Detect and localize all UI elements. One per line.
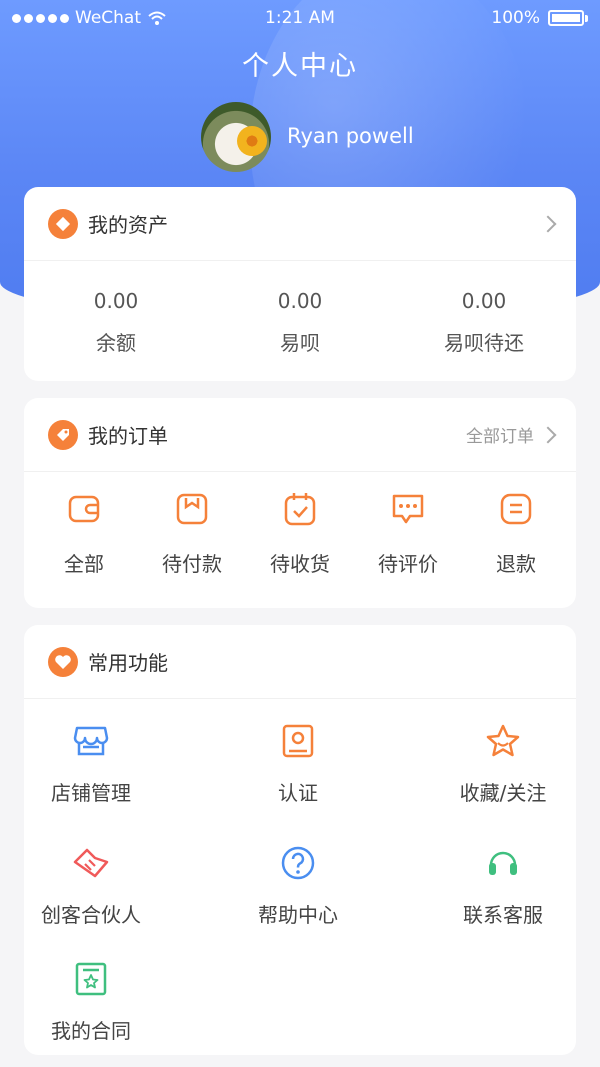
avatar[interactable] (201, 102, 271, 172)
func-label: 店铺管理 (51, 781, 131, 805)
order-pending-payment[interactable]: 待付款 (156, 490, 228, 577)
order-pending-review[interactable]: 待评价 (372, 490, 444, 577)
order-refund[interactable]: 退款 (480, 490, 552, 577)
assets-list: 0.00 余额 0.00 易呗 0.00 易呗待还 (24, 261, 576, 356)
func-customer-service[interactable]: 联系客服 (428, 843, 578, 928)
star-icon (428, 721, 578, 761)
orders-header: 我的订单 全部订单 (24, 398, 576, 472)
help-icon (223, 843, 373, 883)
battery-icon (548, 10, 584, 26)
headset-icon (428, 843, 578, 883)
asset-yibei[interactable]: 0.00 易呗 (208, 289, 392, 356)
func-label: 创客合伙人 (41, 903, 141, 927)
battery-percent: 100% (491, 8, 540, 28)
all-orders-link[interactable]: 全部订单 (466, 422, 557, 447)
func-label: 我的合同 (51, 1019, 131, 1043)
id-card-icon (223, 721, 373, 761)
func-label: 收藏/关注 (459, 781, 547, 805)
assets-header[interactable]: 我的资产 (24, 187, 576, 261)
chevron-right-icon (539, 215, 557, 232)
asset-yibei-due[interactable]: 0.00 易呗待还 (392, 289, 576, 356)
func-label: 帮助中心 (258, 903, 338, 927)
calendar-check-icon (264, 490, 336, 528)
order-label: 退款 (496, 552, 536, 576)
avatar-flower (237, 126, 267, 156)
battery-tip (585, 14, 588, 22)
chevron-right-icon (539, 426, 557, 443)
asset-value: 0.00 (277, 289, 323, 313)
handshake-icon (16, 843, 166, 883)
assets-card: 我的资产 0.00 余额 0.00 易呗 0.00 易呗待还 (24, 187, 576, 381)
asset-label: 余额 (96, 331, 136, 355)
order-all[interactable]: 全部 (48, 490, 120, 577)
comment-icon (372, 490, 444, 528)
asset-value: 0.00 (93, 289, 139, 313)
asset-label: 易呗待还 (444, 331, 524, 355)
func-help-center[interactable]: 帮助中心 (223, 843, 373, 928)
assets-more[interactable] (534, 215, 557, 232)
order-label: 待评价 (378, 552, 438, 576)
asset-balance[interactable]: 0.00 余额 (24, 289, 208, 356)
func-store-management[interactable]: 店铺管理 (16, 721, 166, 806)
contract-icon (16, 959, 166, 999)
heart-icon (48, 646, 78, 677)
order-label: 待付款 (162, 552, 222, 576)
status-right: 100% (491, 8, 588, 28)
orders-card: 我的订单 全部订单 全部 待付款 待收货 待评价 退款 (24, 398, 576, 608)
func-favorites[interactable]: 收藏/关注 (428, 721, 578, 806)
status-bar: WeChat 1:21 AM 100% (0, 0, 600, 36)
order-pending-receipt[interactable]: 待收货 (264, 490, 336, 577)
tag-icon (48, 419, 78, 450)
wallet-icon (48, 490, 120, 528)
functions-title: 常用功能 (88, 651, 168, 675)
refund-icon (480, 490, 552, 528)
func-label: 联系客服 (463, 903, 543, 927)
page-title: 个人中心 (242, 51, 358, 82)
all-orders-label: 全部订单 (466, 427, 534, 447)
func-label: 认证 (278, 781, 318, 805)
functions-header: 常用功能 (24, 625, 576, 699)
order-label: 待收货 (270, 552, 330, 576)
func-maker-partner[interactable]: 创客合伙人 (16, 843, 166, 928)
func-verification[interactable]: 认证 (223, 721, 373, 806)
orders-title: 我的订单 (88, 424, 168, 448)
diamond-icon (48, 208, 78, 239)
asset-label: 易呗 (280, 331, 320, 355)
payment-icon (156, 490, 228, 528)
order-label: 全部 (64, 552, 104, 576)
username[interactable]: Ryan powell (287, 124, 414, 148)
functions-card: 常用功能 店铺管理 认证 收藏/关注 创客合伙人 帮助中心 联系客服 我的合同 (24, 625, 576, 1055)
func-my-contracts[interactable]: 我的合同 (16, 959, 166, 1044)
asset-value: 0.00 (461, 289, 507, 313)
assets-title: 我的资产 (88, 213, 168, 237)
store-icon (16, 721, 166, 761)
order-status-list: 全部 待付款 待收货 待评价 退款 (24, 472, 576, 577)
